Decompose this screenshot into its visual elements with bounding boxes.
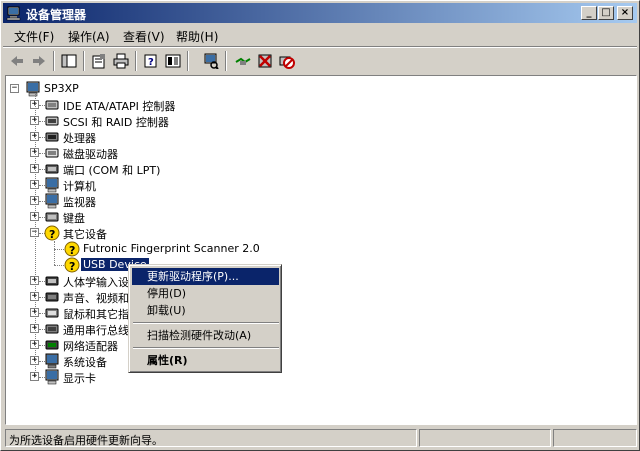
help-icon[interactable]: ? [141,51,161,71]
status-text: 为所选设备启用硬件更新向导。 [5,429,417,447]
tree-line [54,249,64,250]
update-driver-menu-item[interactable]: 更新驱动程序(P)... [132,268,279,285]
svg-text:?: ? [69,244,75,257]
display-adapter-icon [44,369,60,385]
port-icon [44,161,60,177]
minimize-button[interactable]: _ [581,6,597,20]
tree-node-label: 键盘 [63,212,85,225]
print-icon[interactable] [111,51,131,71]
tree-line [54,241,55,265]
monitor-icon [44,193,60,209]
usb-icon [44,321,60,337]
disable-menu-item[interactable]: 停用(D) [132,285,279,302]
toolbar-separator [53,51,55,71]
show-hide-tree-icon[interactable] [59,51,79,71]
tree-node-label: 端口 (COM 和 LPT) [63,164,161,177]
tree-node-label: Futronic Fingerprint Scanner 2.0 [83,242,260,255]
tree-node-label: 显示卡 [63,372,96,385]
tree-node-label: 磁盘驱动器 [63,148,118,161]
show-pane-icon[interactable] [163,51,183,71]
context-menu: 更新驱动程序(P)... 停用(D) 卸载(U) 扫描检测硬件改动(A) 属性(… [128,264,282,373]
tree-node-label: 其它设备 [63,228,107,241]
properties-icon[interactable] [89,51,109,71]
menu-view[interactable]: 查看(V) [123,28,165,45]
uninstall-menu-item[interactable]: 卸载(U) [132,302,279,319]
back-arrow-icon[interactable] [7,51,27,71]
tree-node-label: 计算机 [63,180,96,193]
sound-icon [44,289,60,305]
svg-text:?: ? [49,228,55,241]
menu-separator [133,347,279,349]
ide-controller-icon [44,97,60,113]
tree-node-label: SP3XP [44,82,79,95]
system-device-icon [44,353,60,369]
menu-separator [133,322,279,324]
menu-action[interactable]: 操作(A) [68,28,110,45]
close-button[interactable]: × [617,6,633,20]
scan-hardware-icon[interactable] [201,51,221,71]
collapse-toggle[interactable]: − [10,84,19,93]
mouse-icon [44,305,60,321]
svg-text:?: ? [69,260,75,273]
toolbar-separator [187,51,189,71]
window-title: 设备管理器 [26,8,87,22]
menu-help[interactable]: 帮助(H) [176,28,218,45]
scsi-controller-icon [44,113,60,129]
toolbar-separator [135,51,137,71]
tree-node-label: IDE ATA/ATAPI 控制器 [63,100,176,113]
network-adapter-icon [44,337,60,353]
warning-device-icon: ? [64,241,80,257]
title-bar[interactable]: 设备管理器 _ □ × [3,3,637,23]
forward-arrow-icon[interactable] [29,51,49,71]
computer-icon [44,177,60,193]
menu-file[interactable]: 文件(F) [14,28,54,45]
tree-line [35,94,36,377]
update-driver-icon[interactable] [233,51,253,71]
tree-node-label: 系统设备 [63,356,107,369]
disable-icon[interactable] [277,51,297,71]
toolbar-separator [83,51,85,71]
scan-hardware-menu-item[interactable]: 扫描检测硬件改动(A) [132,327,279,344]
device-tree[interactable]: − SP3XP + IDE ATA/ATAPI 控制器 + SCSI 和 RAID 控制器… [5,75,637,425]
tree-node-label: 监视器 [63,196,96,209]
menu-bar: 文件(F) 操作(A) 查看(V) 帮助(H) [3,25,637,46]
properties-menu-item[interactable]: 属性(R) [132,352,279,369]
status-pane [553,429,637,447]
warning-device-icon: ? [64,257,80,273]
status-pane [419,429,551,447]
unknown-device-icon: ? [44,225,60,241]
uninstall-icon[interactable] [255,51,275,71]
device-manager-window: 设备管理器 _ □ × 文件(F) 操作(A) 查看(V) 帮助(H) ? − … [0,0,640,451]
toolbar: ? [3,48,637,74]
device-manager-icon [6,5,22,21]
svg-text:?: ? [148,57,154,68]
tree-node-label: SCSI 和 RAID 控制器 [63,116,169,129]
disk-drive-icon [44,145,60,161]
tree-node-label: 网络适配器 [63,340,118,353]
processor-icon [44,129,60,145]
maximize-button[interactable]: □ [598,6,614,20]
tree-node-label: 处理器 [63,132,96,145]
keyboard-icon [44,209,60,225]
computer-icon [25,81,41,97]
hid-icon [44,273,60,289]
tree-line [54,265,64,266]
toolbar-separator [225,51,227,71]
